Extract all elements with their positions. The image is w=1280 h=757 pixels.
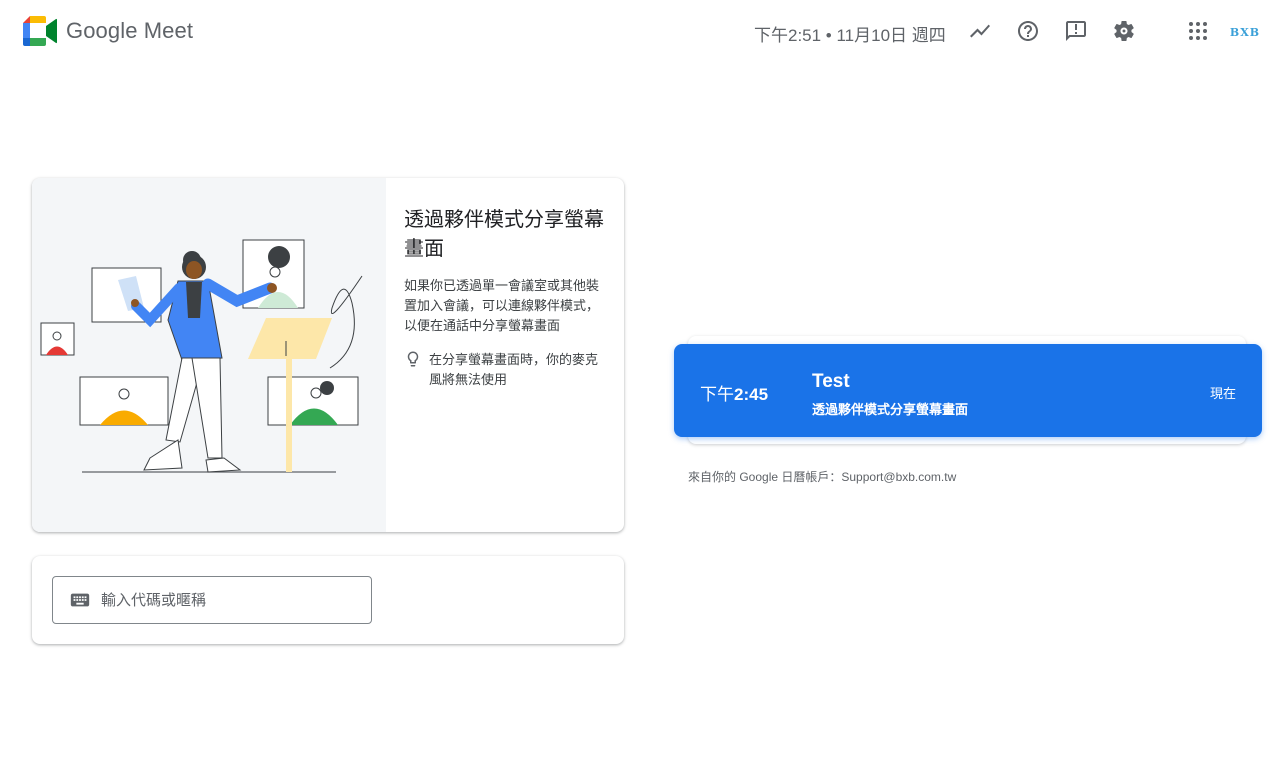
meeting-time-value: 2:45	[734, 385, 769, 404]
current-datetime: 下午2:51 • 11月10日 週四	[754, 26, 946, 45]
companion-mode-illustration	[32, 178, 386, 532]
account-avatar[interactable]: BXB	[1228, 22, 1262, 42]
upcoming-meeting-card[interactable]: 下午2:45 Test 透過夥伴模式分享螢幕畫面 現在	[674, 344, 1262, 437]
top-bar: Google Meet 下午2:51 • 11月10日 週四 BXB	[0, 0, 1280, 64]
meet-logo-icon	[23, 16, 57, 46]
join-meeting-card	[32, 556, 624, 644]
meeting-code-input[interactable]	[101, 591, 351, 609]
meeting-code-field[interactable]	[52, 576, 372, 624]
app-name: Google Meet	[66, 18, 194, 43]
google-meet-logo[interactable]: Google Meet	[23, 16, 193, 46]
meeting-time-prefix: 下午	[700, 385, 734, 404]
settings-icon[interactable]	[1111, 18, 1137, 44]
meeting-title: Test	[812, 371, 850, 392]
keyboard-icon	[69, 589, 91, 611]
lightbulb-icon	[404, 350, 422, 368]
quality-trend-icon[interactable]	[967, 18, 993, 44]
meeting-status: 現在	[1209, 386, 1236, 401]
apps-icon[interactable]	[1185, 18, 1211, 44]
feedback-icon[interactable]	[1063, 18, 1089, 44]
promo-title: 透過夥伴模式分享螢幕畫面	[404, 209, 604, 260]
meeting-time: 下午2:45	[700, 380, 768, 405]
promo-tip: 在分享螢幕畫面時，你的麥克風將無法使用	[404, 350, 610, 390]
companion-mode-promo-card: 透過夥伴模式分享螢幕畫面 如果你已透過單一會議室或其他裝置加入會議，可以連線夥伴…	[32, 178, 624, 532]
calendar-account-note: 來自你的 Google 日曆帳戶：Support@bxb.com.tw	[688, 470, 957, 484]
meeting-subtitle: 透過夥伴模式分享螢幕畫面	[812, 402, 969, 417]
promo-tip-text: 在分享螢幕畫面時，你的麥克風將無法使用	[429, 352, 599, 387]
help-icon[interactable]	[1015, 18, 1041, 44]
promo-description: 如果你已透過單一會議室或其他裝置加入會議，可以連線夥伴模式，以便在通話中分享螢幕…	[404, 278, 600, 333]
